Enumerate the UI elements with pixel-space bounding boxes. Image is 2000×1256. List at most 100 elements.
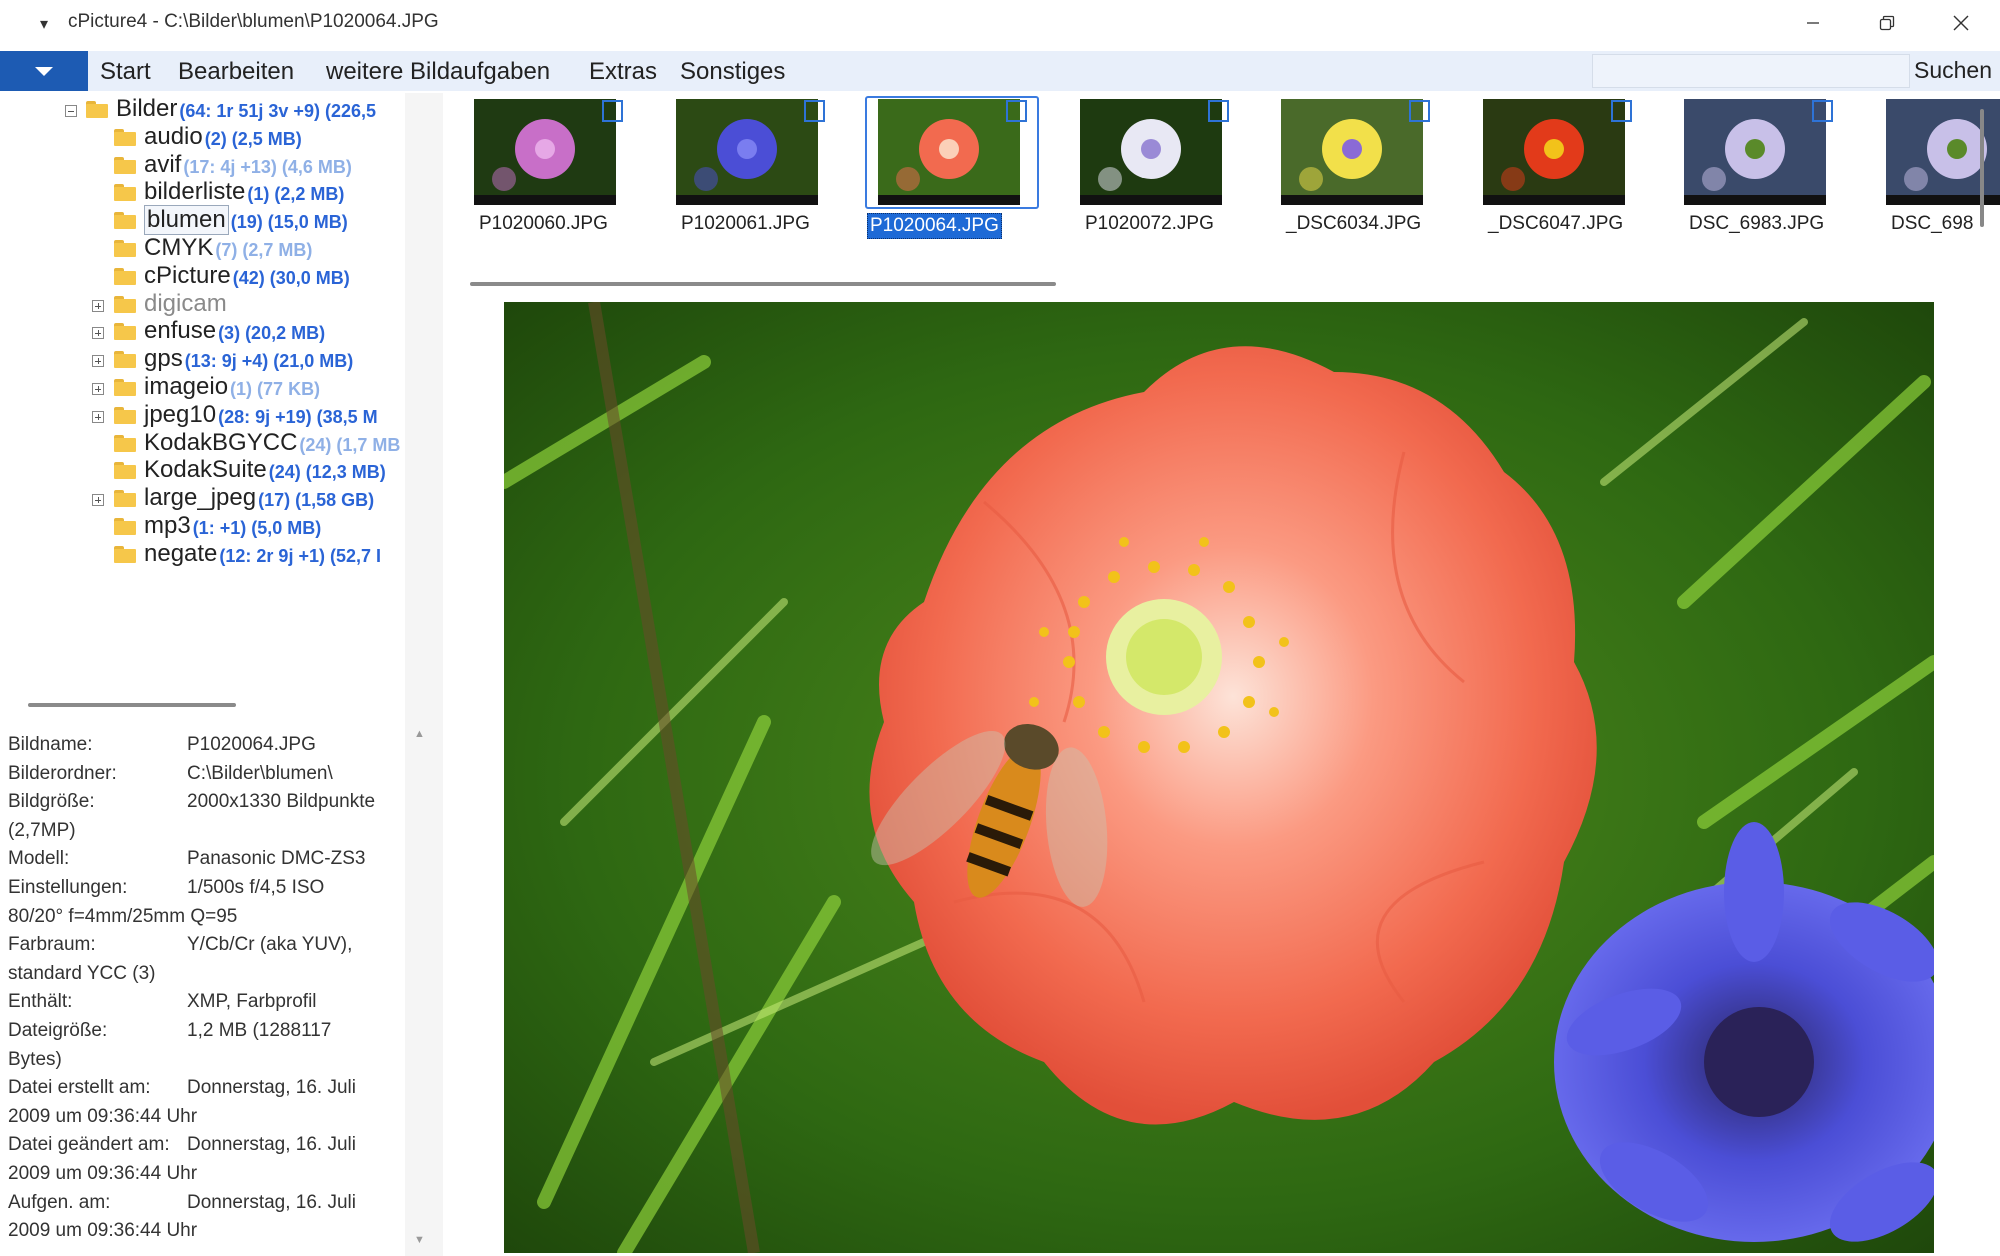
thumbnail-label: P1020064.JPG	[867, 213, 1002, 239]
info-value: XMP, Farbprofil	[187, 991, 317, 1013]
tree-item-label: blumen	[144, 205, 229, 236]
info-label: Einstellungen:	[8, 877, 128, 898]
info-label: (2,7MP)	[8, 819, 76, 841]
expand-icon[interactable]	[92, 299, 104, 312]
thumbnail-checkbox[interactable]	[1611, 100, 1632, 122]
info-label: Datei erstellt am:	[8, 1077, 151, 1099]
panel-divider[interactable]	[405, 93, 443, 1256]
thumbnail-vertical-scrollbar[interactable]	[1980, 109, 1984, 227]
poppy-photo	[504, 302, 1934, 1253]
title-bar: ▾ cPicture4 - C:\Bilder\blumen\P1020064.…	[0, 0, 2000, 48]
thumbnail-checkbox[interactable]	[1208, 100, 1229, 122]
tree-item-label: digicam	[144, 289, 227, 317]
info-label: Enthält:	[8, 991, 73, 1013]
tree-item-label: Bilder	[116, 95, 178, 122]
info-value: Panasonic DMC-ZS3	[187, 848, 366, 870]
thumbnail-item[interactable]: P1020061.JPG	[645, 93, 835, 243]
menu-bar: Start Bearbeiten weitere Bildaufgaben Ex…	[0, 51, 2000, 91]
thumbnail-horizontal-scrollbar[interactable]	[470, 282, 1056, 286]
menu-sonstiges[interactable]: Sonstiges	[680, 58, 785, 86]
app-window: ▾ cPicture4 - C:\Bilder\blumen\P1020064.…	[0, 0, 2000, 1256]
tree-item-count: (13: 9j +4) (21,0 MB)	[184, 351, 354, 372]
thumbnail-label: DSC_6983.JPG	[1689, 213, 1825, 234]
info-value: Donnerstag, 16. Juli	[187, 1077, 356, 1099]
folder-icon	[114, 128, 136, 146]
minimize-icon	[1807, 22, 1819, 24]
thumbnail-item[interactable]: P1020064.JPG	[847, 93, 1039, 243]
scroll-up-arrow-icon[interactable]: ▲	[414, 728, 425, 740]
folder-icon	[114, 462, 136, 480]
folder-icon	[114, 379, 136, 396]
info-label: Bilderordner:	[8, 762, 117, 784]
thumbnail-label: P1020072.JPG	[1085, 213, 1214, 234]
window-title: cPicture4 - C:\Bilder\blumen\P1020064.JP…	[68, 11, 439, 32]
tree-item-count: (1) (2,2 MB)	[247, 184, 345, 205]
folder-icon	[114, 351, 136, 369]
folder-icon	[114, 323, 136, 341]
thumbnail-checkbox[interactable]	[804, 100, 825, 122]
folder-icon	[114, 545, 136, 563]
tree-item-negate[interactable]: negate (12: 2r 9j +1) (52,7 I	[0, 540, 405, 574]
thumbnail-item[interactable]: P1020072.JPG	[1049, 93, 1239, 243]
thumbnail-checkbox[interactable]	[602, 100, 623, 122]
info-label: 2009 um 09:36:44 Uhr	[8, 1163, 198, 1184]
scroll-down-arrow-icon[interactable]: ▼	[414, 1234, 425, 1246]
folder-icon	[114, 212, 136, 230]
tree-item-count: (17) (1,58 GB)	[258, 490, 375, 511]
tree-horizontal-scrollbar[interactable]	[28, 703, 236, 707]
lilac-icon	[1684, 99, 1826, 205]
info-value: Donnerstag, 16. Juli	[187, 1134, 356, 1156]
info-value: 2000x1330 Bildpunkte	[187, 791, 376, 813]
thumbnail-checkbox[interactable]	[1812, 100, 1833, 122]
thumbnail-item[interactable]: P1020060.JPG	[443, 93, 633, 243]
tree-item-count: (17: 4j +13) (4,6 MB)	[183, 156, 352, 177]
tree-item-count: (2) (2,5 MB)	[204, 128, 302, 149]
thumbnail-checkbox[interactable]	[1409, 100, 1430, 122]
app-menu-button[interactable]	[0, 51, 88, 91]
tree-item-label: KodakSuite	[144, 456, 267, 484]
chevron-down-icon	[35, 66, 53, 76]
folder-icon	[114, 156, 136, 174]
thumbnail-item[interactable]: DSC_698	[1855, 93, 2000, 243]
restore-button[interactable]	[1850, 0, 1924, 46]
menu-weitere-bildaufgaben[interactable]: weitere Bildaufgaben	[326, 58, 550, 86]
info-label: Dateigröße:	[8, 1020, 108, 1041]
menu-start[interactable]: Start	[100, 58, 151, 86]
tree-item-label: CMYK	[144, 234, 214, 261]
menu-bearbeiten[interactable]: Bearbeiten	[178, 58, 294, 86]
thumbnail-item[interactable]: DSC_6983.JPG	[1653, 93, 1843, 243]
close-button[interactable]	[1924, 0, 1998, 46]
folder-icon	[114, 490, 136, 508]
folder-icon	[114, 295, 136, 313]
thumbnail-item[interactable]: _DSC6047.JPG	[1452, 93, 1642, 243]
expand-icon[interactable]	[92, 327, 104, 340]
info-value: Donnerstag, 16. Juli	[187, 1191, 356, 1213]
tree-item-count: (28: 9j +19) (38,5 M	[218, 406, 378, 427]
minimize-button[interactable]	[1776, 0, 1850, 46]
expand-icon[interactable]	[92, 383, 104, 395]
red-poppy-icon	[878, 99, 1020, 205]
search-button[interactable]: Suchen	[1914, 57, 1992, 84]
tree-item-label: imageio	[144, 373, 229, 400]
info-label: standard YCC (3)	[8, 962, 156, 984]
expand-icon[interactable]	[92, 410, 104, 423]
expand-icon[interactable]	[92, 494, 104, 507]
folder-icon	[114, 240, 136, 257]
search-input[interactable]	[1592, 54, 1910, 88]
info-label: 2009 um 09:36:44 Uhr	[8, 1220, 198, 1242]
thumbnail-checkbox[interactable]	[1006, 100, 1027, 122]
tree-item-count: (64: 1r 51j 3v +9) (226,5	[179, 101, 376, 121]
system-menu-icon[interactable]: ▾	[40, 14, 48, 34]
folder-icon	[114, 406, 136, 424]
restore-icon	[1879, 15, 1895, 31]
collapse-icon[interactable]	[65, 105, 77, 117]
expand-icon[interactable]	[92, 355, 104, 368]
tree-item-label: mp3	[144, 512, 191, 539]
info-label: Aufgen. am:	[8, 1191, 111, 1213]
info-label: 2009 um 09:36:44 Uhr	[8, 1105, 198, 1127]
menu-extras[interactable]: Extras	[589, 58, 657, 86]
thumbnail-item[interactable]: _DSC6034.JPG	[1250, 93, 1440, 243]
folder-icon	[114, 267, 136, 285]
info-value: Y/Cb/Cr (aka YUV),	[187, 934, 353, 956]
main-image-view[interactable]	[504, 302, 1934, 1253]
